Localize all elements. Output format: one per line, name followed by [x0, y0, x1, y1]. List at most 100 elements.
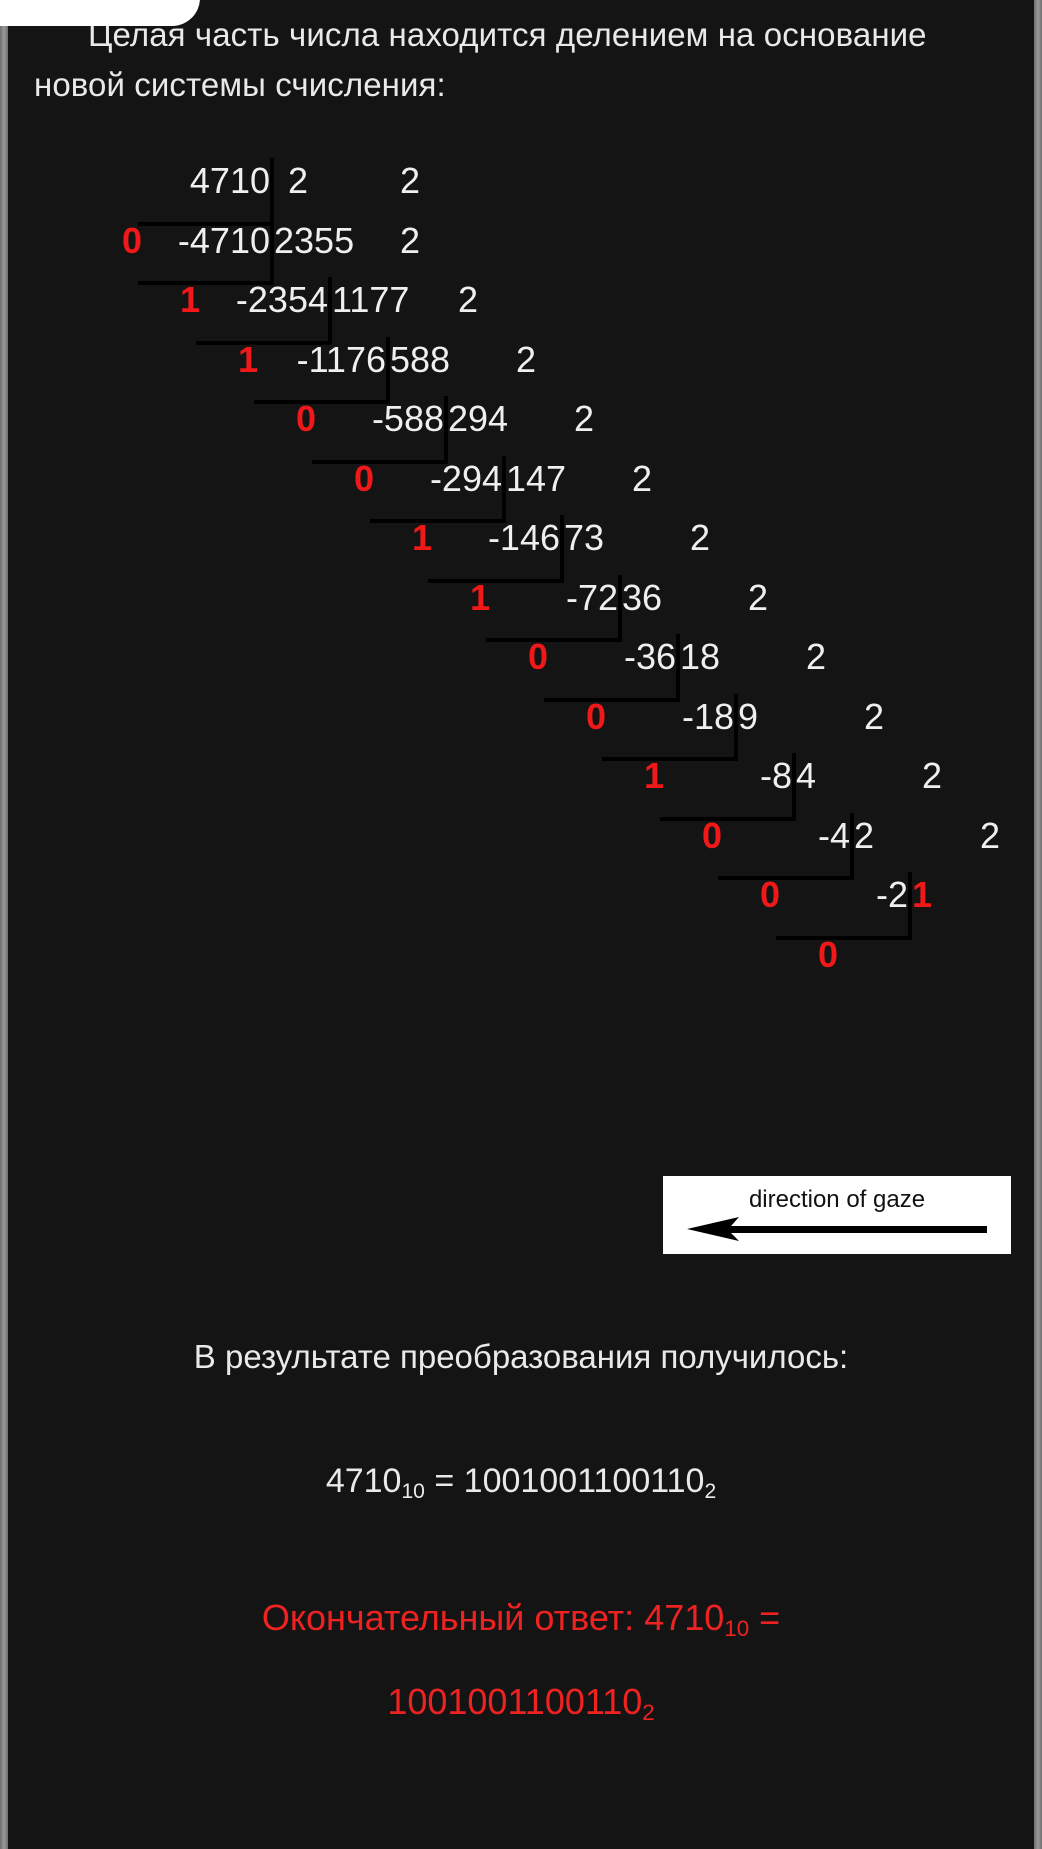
result-intro: В результате преобразования получилось: [193, 1338, 849, 1375]
division-quotient: 73 [564, 517, 605, 558]
division-row: 4710 2 2 [8, 152, 1034, 210]
division-dividend: 4710 [189, 160, 270, 201]
division-bracket-underline [486, 638, 622, 642]
division-divisor: 2 [748, 576, 769, 618]
division-remainder: 0 [585, 695, 606, 737]
division-remainder: 0 [759, 874, 780, 915]
result-binary-base: 2 [704, 1479, 717, 1503]
division-row: 1 -146 73 2 [8, 509, 1034, 567]
division-row: 0 -588 294 2 [8, 390, 1034, 448]
final-answer-binary-base: 2 [642, 1700, 655, 1726]
division-divisor: 2 [922, 755, 943, 796]
result-equals: = [434, 1462, 455, 1500]
division-row: 1 -8 4 2 [8, 747, 1034, 805]
division-divisor: 2 [516, 338, 537, 380]
division-divisor: 2 [806, 636, 827, 677]
page-content: Целая часть числа находится делением на … [8, 0, 1034, 1849]
division-divisor: 2 [690, 517, 711, 558]
division-remainder: 1 [411, 517, 432, 558]
division-row: 0 [8, 926, 1034, 984]
division-divisor: 2 [864, 695, 885, 737]
division-bracket-underline [544, 697, 680, 702]
division-bracket-underline [312, 459, 448, 464]
division-bracket-vertical [270, 158, 274, 222]
division-bracket-vertical [676, 634, 680, 698]
division-remainder: 0 [701, 814, 722, 856]
division-subtrahend: -18 [681, 695, 734, 737]
division-bracket-underline [138, 281, 274, 285]
division-remainder: 0 [353, 457, 374, 499]
result-decimal: 4710 [325, 1462, 402, 1500]
division-subtrahend: -588 [371, 398, 444, 439]
division-quotient: 2355 [274, 219, 355, 261]
division-bracket-underline [370, 519, 506, 523]
division-remainder: 1 [237, 338, 258, 380]
division-subtrahend: -4710 [177, 219, 270, 261]
result-binary: 1001001100110 [463, 1462, 705, 1500]
division-bracket-underline [428, 578, 564, 583]
division-divisor: 2 [458, 279, 479, 320]
right-scrollbar[interactable] [1034, 0, 1042, 1849]
division-bracket-underline [254, 400, 390, 404]
division-quotient: 1177 [332, 279, 410, 320]
final-answer-label: Окончательный ответ: [261, 1597, 635, 1638]
division-divisor: 2 [400, 160, 421, 201]
division-subtrahend: -294 [429, 457, 502, 499]
division-bracket-vertical [502, 455, 506, 519]
final-answer-line-2: 10010011001102 [8, 1664, 1034, 1751]
final-answer-line-1: Окончательный ответ: 471010 = [8, 1580, 1034, 1667]
division-quotient: 588 [390, 338, 451, 380]
division-row: 0 -18 9 2 [8, 688, 1034, 746]
division-bracket-vertical [270, 217, 274, 281]
final-answer-decimal: 4710 [644, 1597, 725, 1638]
division-quotient: 1 [912, 874, 933, 915]
division-quotient: 2 [854, 814, 875, 856]
division-subtrahend: -2 [875, 874, 908, 915]
division-subtrahend: -146 [487, 517, 560, 558]
division-row: 1 -2354 1177 2 [8, 271, 1034, 329]
division-quotient: 9 [738, 695, 759, 737]
division-subtrahend: -72 [565, 576, 618, 618]
division-bracket-vertical [908, 872, 912, 936]
division-bracket-vertical [618, 574, 622, 638]
division-row: 0 -4 2 2 [8, 807, 1034, 865]
division-bracket-vertical [386, 336, 390, 400]
result-equation: 471010 = 10010011001102 [8, 1462, 1034, 1504]
division-remainder: 0 [121, 219, 142, 261]
division-quotient: 36 [622, 576, 663, 618]
division-subtrahend: -36 [623, 636, 676, 677]
division-bracket-vertical [850, 812, 854, 876]
division-bracket-underline [718, 876, 854, 880]
division-divisor: 2 [632, 457, 653, 499]
division-bracket-underline [138, 221, 274, 226]
division-row: 0 -2 1 [8, 866, 1034, 924]
division-bracket-underline [660, 816, 796, 821]
division-row: 0 -294 147 2 [8, 450, 1034, 508]
division-bracket-vertical [444, 396, 448, 460]
direction-of-gaze-box: direction of gaze [663, 1176, 1011, 1254]
division-row: 0 -4710 2355 2 [8, 212, 1034, 270]
division-remainder: 0 [295, 398, 316, 439]
division-bracket-vertical [792, 753, 796, 817]
division-remainder: 0 [527, 636, 548, 677]
division-bracket-underline [196, 340, 332, 345]
division-remainder: 1 [643, 755, 664, 796]
division-row: 0 -36 18 2 [8, 628, 1034, 686]
result-decimal-base: 10 [401, 1479, 425, 1503]
division-quotient: 147 [506, 457, 567, 499]
division-divisor: 2 [400, 219, 421, 261]
division-divisor: 2 [288, 160, 309, 201]
division-bracket-vertical [328, 277, 332, 341]
status-bar-notch [0, 0, 200, 26]
division-quotient: 4 [796, 755, 817, 796]
division-row: 1 -72 36 2 [8, 569, 1034, 627]
division-remainder: 1 [179, 279, 200, 320]
final-answer-binary: 1001001100110 [387, 1681, 643, 1722]
left-scroll-edge [0, 0, 8, 1849]
division-quotient: 18 [680, 636, 721, 677]
division-remainder: 1 [469, 576, 490, 618]
division-bracket-underline [602, 757, 738, 761]
division-quotient: 294 [448, 398, 509, 439]
long-division-cascade: 4710 2 2 0 -4710 2355 2 1 -2354 1177 2 1 -1176 588 2 0-… [8, 152, 1034, 1032]
division-bracket-underline [776, 935, 912, 940]
